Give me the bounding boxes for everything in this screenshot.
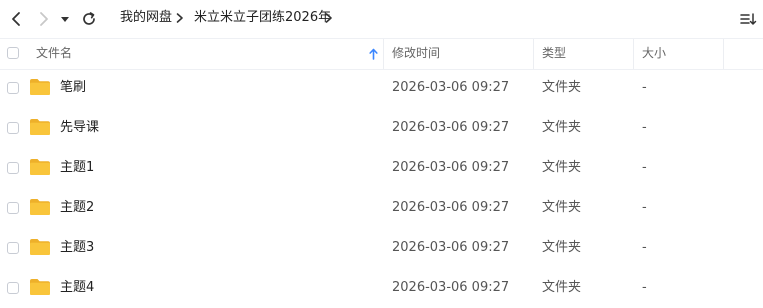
file-name[interactable]: 主题2 bbox=[60, 200, 94, 216]
column-divider[interactable] bbox=[383, 39, 384, 69]
refresh-button[interactable] bbox=[79, 9, 99, 29]
file-size: - bbox=[642, 240, 647, 255]
column-modified-header[interactable]: 修改时间 bbox=[392, 46, 440, 61]
file-type: 文件夹 bbox=[542, 120, 582, 135]
column-header: 文件名 修改时间 类型 大小 bbox=[0, 38, 763, 70]
folder-icon bbox=[30, 159, 50, 175]
file-size: - bbox=[642, 80, 647, 95]
view-sort-icon bbox=[740, 13, 757, 25]
breadcrumb-item-current[interactable]: 米立米立子团练2026年 bbox=[194, 10, 331, 26]
column-divider[interactable] bbox=[633, 39, 634, 69]
folder-icon bbox=[30, 79, 50, 95]
row-checkbox[interactable] bbox=[7, 242, 19, 254]
chevron-right-icon bbox=[325, 10, 333, 30]
row-checkbox[interactable] bbox=[7, 162, 19, 174]
select-all-checkbox[interactable] bbox=[7, 47, 19, 59]
forward-arrow-icon bbox=[40, 12, 48, 26]
folder-icon bbox=[30, 199, 50, 215]
view-sort-button[interactable] bbox=[739, 9, 759, 29]
modified-time: 2026-03-06 09:27 bbox=[392, 80, 510, 95]
column-divider[interactable] bbox=[533, 39, 534, 69]
file-type: 文件夹 bbox=[542, 240, 582, 255]
back-arrow-icon bbox=[12, 12, 20, 26]
forward-button[interactable] bbox=[34, 9, 54, 29]
history-dropdown-button[interactable] bbox=[58, 9, 72, 29]
file-size: - bbox=[642, 120, 647, 135]
modified-time: 2026-03-06 09:27 bbox=[392, 240, 510, 255]
row-checkbox[interactable] bbox=[7, 202, 19, 214]
modified-time: 2026-03-06 09:27 bbox=[392, 200, 510, 215]
table-row[interactable]: 笔刷 2026-03-06 09:27 文件夹 - bbox=[0, 68, 763, 108]
file-size: - bbox=[642, 160, 647, 175]
table-row[interactable]: 主题3 2026-03-06 09:27 文件夹 - bbox=[0, 228, 763, 268]
file-name[interactable]: 主题4 bbox=[60, 280, 94, 296]
file-type: 文件夹 bbox=[542, 280, 582, 295]
breadcrumb-item-root[interactable]: 我的网盘 bbox=[120, 10, 172, 26]
file-name[interactable]: 先导课 bbox=[60, 120, 99, 136]
modified-time: 2026-03-06 09:27 bbox=[392, 280, 510, 295]
column-size-header[interactable]: 大小 bbox=[642, 46, 666, 61]
folder-icon bbox=[30, 239, 50, 255]
row-checkbox[interactable] bbox=[7, 282, 19, 294]
file-type: 文件夹 bbox=[542, 160, 582, 175]
column-divider[interactable] bbox=[723, 39, 724, 69]
toolbar: 我的网盘 米立米立子团练2026年 bbox=[0, 0, 763, 38]
dropdown-caret-icon bbox=[61, 17, 69, 22]
file-name[interactable]: 主题1 bbox=[60, 160, 94, 176]
row-checkbox[interactable] bbox=[7, 82, 19, 94]
back-button[interactable] bbox=[6, 9, 26, 29]
file-name[interactable]: 笔刷 bbox=[60, 80, 86, 96]
file-size: - bbox=[642, 280, 647, 295]
column-name-header[interactable]: 文件名 bbox=[36, 46, 72, 61]
modified-time: 2026-03-06 09:27 bbox=[392, 160, 510, 175]
folder-icon bbox=[30, 119, 50, 135]
file-type: 文件夹 bbox=[542, 80, 582, 95]
sort-up-arrow-icon[interactable] bbox=[369, 48, 378, 60]
refresh-icon bbox=[83, 12, 95, 25]
folder-icon bbox=[30, 279, 50, 295]
table-row[interactable]: 主题4 2026-03-06 09:27 文件夹 - bbox=[0, 268, 763, 308]
table-row[interactable]: 主题2 2026-03-06 09:27 文件夹 - bbox=[0, 188, 763, 228]
row-checkbox[interactable] bbox=[7, 122, 19, 134]
modified-time: 2026-03-06 09:27 bbox=[392, 120, 510, 135]
file-type: 文件夹 bbox=[542, 200, 582, 215]
column-type-header[interactable]: 类型 bbox=[542, 46, 566, 61]
table-row[interactable]: 先导课 2026-03-06 09:27 文件夹 - bbox=[0, 108, 763, 148]
file-size: - bbox=[642, 200, 647, 215]
file-name[interactable]: 主题3 bbox=[60, 240, 94, 256]
chevron-right-icon bbox=[176, 10, 184, 30]
table-row[interactable]: 主题1 2026-03-06 09:27 文件夹 - bbox=[0, 148, 763, 188]
